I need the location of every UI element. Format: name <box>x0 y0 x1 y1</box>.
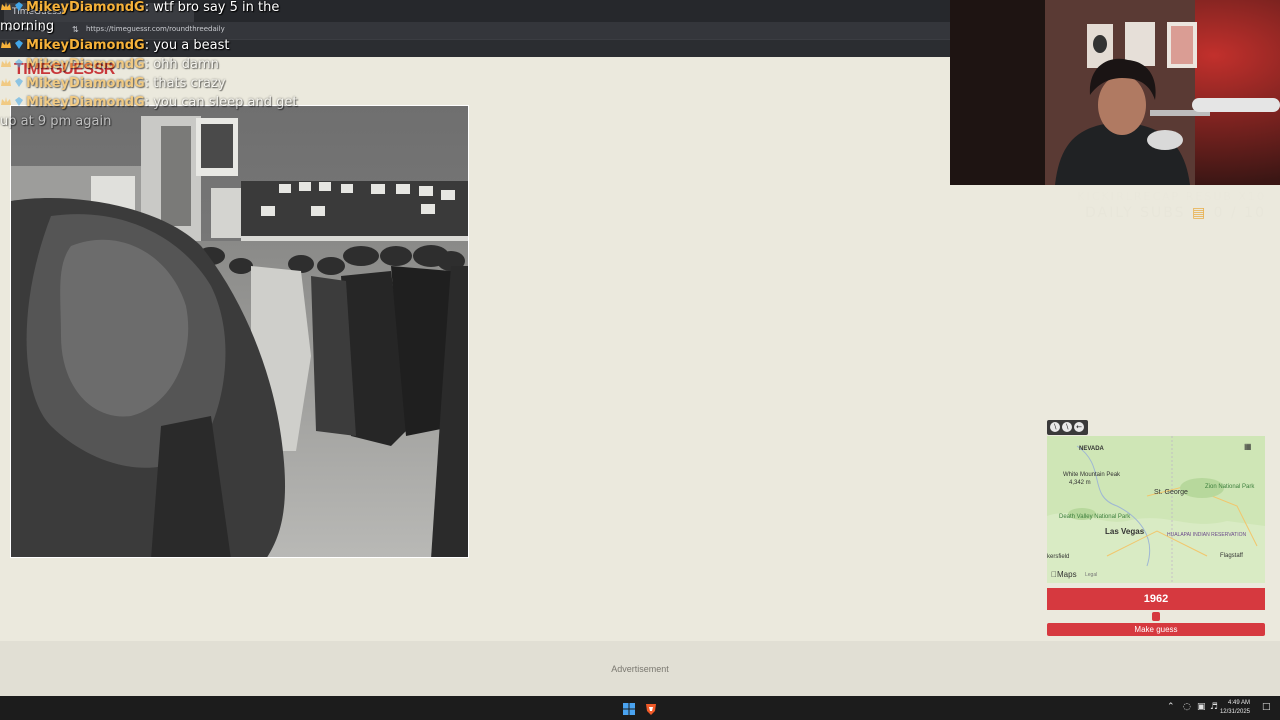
clock-date: 12/31/2025 <box>1219 709 1250 715</box>
map-label-nevada: NEVADA <box>1079 446 1104 452</box>
map-label-bakersfield: kersfield <box>1047 554 1070 560</box>
make-guess-button[interactable]: Make guess <box>1047 623 1265 636</box>
site-info-icon[interactable]: ⇅ <box>72 25 79 34</box>
windows-start-icon[interactable] <box>622 701 636 715</box>
notifications-icon[interactable]: □ <box>1262 702 1271 712</box>
map-legal-link[interactable]: Legal <box>1085 572 1097 578</box>
chat-message: MikeyDiamondG: you can sleep and get <box>0 95 297 110</box>
gem-badge-icon <box>13 1 25 12</box>
map-terrain <box>1047 436 1265 583</box>
crown-badge-icon <box>0 1 12 12</box>
map-label-elevation: 4,342 m <box>1069 480 1091 486</box>
daily-subs-label: DAILY SUBS <box>1084 205 1186 221</box>
map-label-white-mountain: White Mountain Peak <box>1063 472 1121 478</box>
gem-badge-icon <box>13 58 25 69</box>
brave-browser-icon[interactable] <box>644 701 658 715</box>
map-tool-strip: ∖ ∖ ← <box>1047 420 1088 435</box>
map-expand-icon[interactable]: ∖ <box>1062 422 1072 432</box>
chat-username: MikeyDiamondG <box>26 38 145 53</box>
guess-map[interactable]: NEVADA White Mountain Peak 4,342 m St. G… <box>1047 436 1265 583</box>
historical-photo <box>10 105 469 558</box>
windows-taskbar: ⌃ ◌ ▣ ♬ 4:49 AM 12/31/2025 □ <box>0 696 1280 720</box>
clock-time: 4:49 AM <box>1227 700 1250 706</box>
gem-badge-icon <box>13 77 25 88</box>
browser-address-bar: ← → ↻ ⇅ https://timeguessr.com/roundthre… <box>0 22 950 39</box>
year-slider[interactable] <box>1047 612 1265 621</box>
chat-message-continuation: morning <box>0 19 55 34</box>
map-layers-icon[interactable]: ▦ <box>1244 442 1252 451</box>
chat-message: MikeyDiamondG: ohh damn <box>0 57 219 72</box>
chat-username: MikeyDiamondG <box>26 95 145 110</box>
gem-badge-icon <box>13 39 25 50</box>
chat-message: MikeyDiamondG: wtf bro say 5 in the <box>0 0 279 15</box>
map-label-hualapai: HUALAPAI INDIAN RESERVATION <box>1167 532 1247 538</box>
webcam-feed <box>950 0 1280 185</box>
map-label-st-george: St. George <box>1154 489 1188 496</box>
photo-image <box>11 106 468 557</box>
advertisement-banner: Advertisement <box>0 641 1280 696</box>
year-slider-thumb[interactable] <box>1152 612 1160 621</box>
chat-username: MikeyDiamondG <box>26 76 145 91</box>
chat-username: MikeyDiamondG <box>26 0 145 15</box>
chat-text: : thats crazy <box>144 76 226 91</box>
volume-icon[interactable]: ♬ <box>1210 702 1218 712</box>
maps-attribution: Maps <box>1051 570 1077 579</box>
map-zoom-icon[interactable]: ∖ <box>1050 422 1060 432</box>
daily-subs-counter: DAILY SUBS ▤ 0 / 10 <box>1085 205 1266 221</box>
map-label-flagstaff: Flagstaff <box>1220 553 1243 559</box>
resub-recap-text: KICKIRLRECAP RESUB X10 <box>1077 190 1266 203</box>
map-collapse-icon[interactable]: ← <box>1074 422 1084 432</box>
map-label-las-vegas: Las Vegas <box>1105 527 1145 536</box>
map-label-zion: Zion National Park <box>1205 484 1255 490</box>
url-field[interactable]: https://timeguessr.com/roundthreedaily <box>86 25 225 33</box>
crown-badge-icon <box>0 77 12 88</box>
chat-message: MikeyDiamondG: thats crazy <box>0 76 226 91</box>
selected-year: 1962 <box>1047 588 1265 610</box>
gift-icon: ▤ <box>1191 205 1208 221</box>
system-clock[interactable]: 4:49 AM 12/31/2025 <box>1220 699 1250 717</box>
chat-text: : you can sleep and get <box>144 95 298 110</box>
tray-chevron-icon[interactable]: ⌃ <box>1167 702 1175 712</box>
microphone-icon[interactable]: ◌ <box>1183 702 1191 712</box>
chat-text: : wtf bro say 5 in the <box>144 0 280 15</box>
chat-username: MikeyDiamondG <box>26 57 145 72</box>
chat-text: : you a beast <box>144 38 230 53</box>
daily-subs-count: 0 / 10 <box>1213 205 1266 221</box>
crown-badge-icon <box>0 58 12 69</box>
map-label-death-valley: Death Valley National Park <box>1059 514 1131 520</box>
chat-message-continuation: up at 9 pm again <box>0 114 112 129</box>
crown-badge-icon <box>0 96 12 107</box>
crown-badge-icon <box>0 39 12 50</box>
gem-badge-icon <box>13 96 25 107</box>
display-icon[interactable]: ▣ <box>1197 702 1206 712</box>
chat-text: : ohh damn <box>144 57 219 72</box>
advertisement-label: Advertisement <box>611 664 669 674</box>
webcam-image <box>950 0 1280 185</box>
chat-message: MikeyDiamondG: you a beast <box>0 38 229 53</box>
